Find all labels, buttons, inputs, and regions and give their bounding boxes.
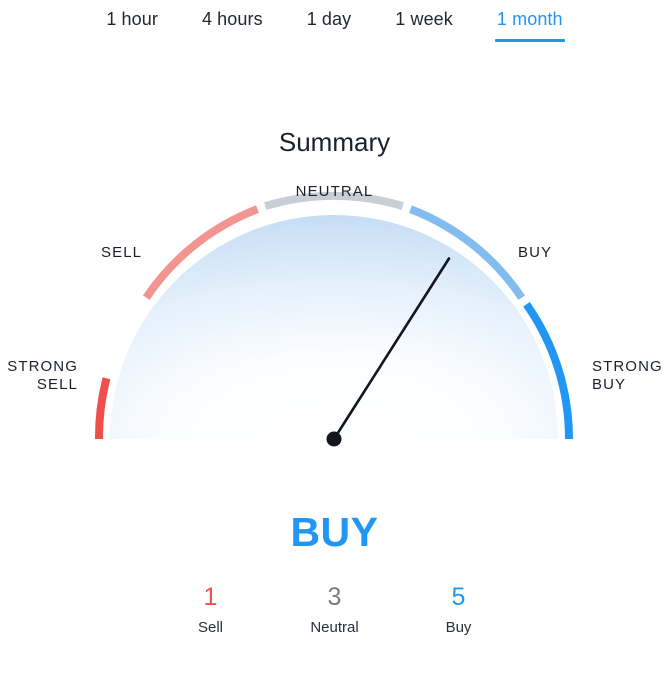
gauge-label-strong-buy: STRONG BUY bbox=[592, 358, 663, 393]
count-buy-label: Buy bbox=[445, 619, 472, 636]
tab-4-hours[interactable]: 4 hours bbox=[180, 4, 285, 42]
summary-gauge: NEUTRAL SELL BUY STRONG SELL STRONG BUY bbox=[0, 182, 669, 482]
tab-1-month[interactable]: 1 month bbox=[475, 4, 585, 42]
gauge-label-buy: BUY bbox=[518, 244, 553, 261]
tab-label: 1 month bbox=[496, 9, 563, 29]
gauge-label-sell: SELL bbox=[101, 244, 143, 261]
gauge-label-neutral: NEUTRAL bbox=[295, 183, 374, 200]
page-title: Summary bbox=[278, 127, 391, 157]
count-neutral-value: 3 bbox=[327, 583, 342, 611]
signal-counts: 1 Sell 3 Neutral 5 Buy bbox=[0, 583, 669, 637]
tab-1-week[interactable]: 1 week bbox=[373, 4, 475, 42]
tab-label: 4 hours bbox=[201, 9, 263, 29]
count-neutral: 3 Neutral bbox=[273, 583, 397, 637]
count-sell-value: 1 bbox=[203, 583, 218, 611]
active-tab-indicator bbox=[494, 39, 565, 42]
gauge-svg bbox=[94, 191, 573, 447]
tab-1-hour[interactable]: 1 hour bbox=[84, 4, 180, 42]
tab-label: 1 day bbox=[306, 9, 352, 29]
tab-label: 1 hour bbox=[106, 9, 158, 29]
dial-face bbox=[110, 215, 558, 439]
timeframe-tabs: 1 hour 4 hours 1 day 1 week 1 month bbox=[0, 0, 669, 46]
count-neutral-label: Neutral bbox=[310, 619, 359, 636]
gauge-label-strong-sell: STRONG SELL bbox=[7, 358, 78, 393]
tab-1-day[interactable]: 1 day bbox=[285, 4, 374, 42]
gauge-needle-pivot bbox=[326, 431, 342, 447]
tab-label: 1 week bbox=[395, 9, 453, 29]
count-buy-value: 5 bbox=[451, 583, 466, 611]
summary-verdict: BUY bbox=[290, 509, 379, 555]
count-buy: 5 Buy bbox=[397, 583, 521, 637]
count-sell: 1 Sell bbox=[149, 583, 273, 637]
arc-segment-strong-sell bbox=[94, 377, 111, 440]
count-sell-label: Sell bbox=[197, 619, 223, 636]
